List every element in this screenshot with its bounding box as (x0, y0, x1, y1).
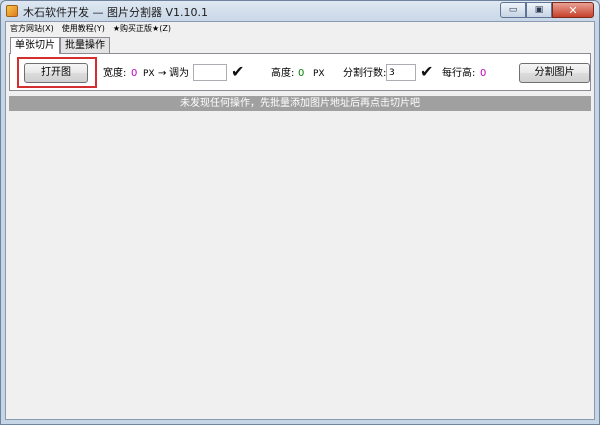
menu-official-site[interactable]: 官方网站(X) (6, 22, 58, 35)
menu-tutorial[interactable]: 使用教程(Y) (58, 22, 109, 35)
height-label: 高度: (271, 68, 295, 79)
tab-batch[interactable]: 批量操作 (60, 37, 110, 53)
menu-buy[interactable]: ★购买正版★(Z) (109, 22, 175, 35)
tab-strip: 单张切片 批量操作 (10, 37, 110, 54)
row-height-label: 每行高: (442, 68, 476, 79)
resize-width-input[interactable] (193, 64, 227, 81)
rows-input[interactable] (386, 64, 416, 81)
rows-label: 分割行数: (343, 68, 387, 79)
client-area: 官方网站(X) 使用教程(Y) ★购买正版★(Z) 单张切片 批量操作 打开图 … (5, 21, 595, 420)
maximize-icon: ▣ (534, 4, 544, 15)
minimize-icon: ▭ (508, 4, 518, 15)
status-message: 未发现任何操作，先批量添加图片地址后再点击切片吧 (9, 96, 591, 111)
width-label: 宽度: (103, 68, 127, 79)
maximize-button[interactable]: ▣ (526, 2, 552, 18)
open-image-button[interactable]: 打开图 (24, 63, 88, 83)
close-icon: ✕ (568, 3, 578, 17)
row-height-value: 0 (480, 68, 487, 79)
width-value: 0 (131, 68, 138, 79)
confirm-resize-check-icon[interactable]: ✔ (231, 64, 244, 80)
close-button[interactable]: ✕ (552, 2, 594, 18)
height-unit: PX (313, 69, 325, 79)
resize-label: 调为 (169, 68, 189, 79)
split-image-button[interactable]: 分割图片 (519, 63, 590, 83)
menu-bar: 官方网站(X) 使用教程(Y) ★购买正版★(Z) (6, 22, 594, 35)
height-value: 0 (298, 68, 305, 79)
title-bar[interactable]: 木石软件开发 — 图片分割器 V1.10.1 ▭ ▣ ✕ (1, 1, 599, 21)
minimize-button[interactable]: ▭ (500, 2, 526, 18)
tab-single-slice[interactable]: 单张切片 (10, 37, 60, 54)
app-icon (6, 5, 18, 17)
confirm-rows-check-icon[interactable]: ✔ (420, 64, 433, 80)
window-title: 木石软件开发 — 图片分割器 V1.10.1 (23, 6, 209, 19)
window-controls: ▭ ▣ ✕ (500, 2, 594, 18)
arrow-icon: → (158, 68, 167, 79)
single-slice-panel: 打开图 宽度: 0 PX → 调为 ✔ 高度: 0 PX 分割行数: ✔ 每行高… (9, 53, 591, 91)
app-window: 木石软件开发 — 图片分割器 V1.10.1 ▭ ▣ ✕ 官方网站(X) 使用教… (0, 0, 600, 425)
width-unit: PX (143, 69, 155, 79)
